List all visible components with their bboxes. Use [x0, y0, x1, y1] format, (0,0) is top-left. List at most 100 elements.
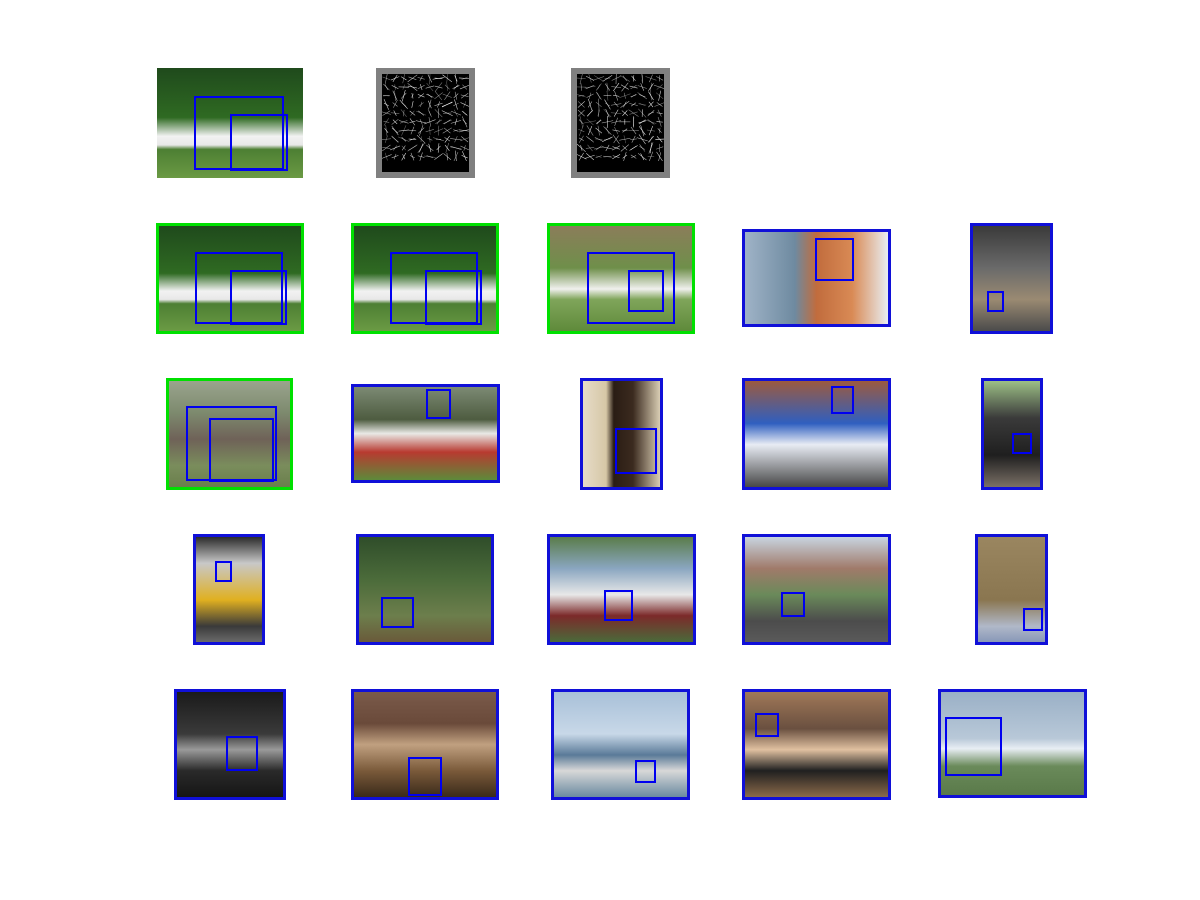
detection-box	[986, 291, 1004, 313]
detection-box	[614, 427, 657, 475]
hog-gradient-stroke	[638, 120, 647, 124]
hog-gradient-stroke	[441, 102, 453, 107]
hog-gradient-stroke	[424, 119, 436, 125]
hog-gradient-stroke	[409, 110, 416, 116]
detection-box	[815, 238, 854, 281]
detection-box	[604, 589, 633, 621]
scene-image	[359, 537, 491, 642]
hog-gradient-stroke	[407, 74, 418, 83]
hog-gradient-stroke	[384, 74, 388, 84]
result-image-tile	[742, 378, 891, 490]
hog-gradient-stroke	[620, 101, 630, 108]
hog-gradient-stroke	[391, 135, 399, 143]
result-image-tile	[970, 223, 1053, 334]
hog-gradient-stroke	[437, 125, 440, 136]
hog-gradient-stroke	[427, 93, 433, 98]
hog-gradient-stroke	[586, 93, 594, 98]
hog-gradient-stroke	[417, 142, 425, 154]
detection-box	[230, 114, 289, 172]
hog-gradient-stroke	[640, 124, 645, 137]
result-image-tile	[975, 534, 1048, 645]
hog-gradient-stroke	[648, 91, 654, 101]
hog-gradient-stroke	[630, 93, 637, 98]
hog-gradient-stroke	[614, 117, 618, 127]
hog-gradient-stroke	[578, 135, 584, 143]
hog-gradient-stroke	[654, 102, 664, 107]
hog-gradient-stroke	[453, 109, 458, 117]
hog-gradient-stroke	[401, 102, 407, 107]
hog-gradient-stroke	[453, 84, 459, 90]
detection-box	[208, 418, 275, 482]
hog-gradient-stroke	[434, 85, 443, 89]
hog-gradient-stroke	[647, 110, 655, 117]
hog-gradient-stroke	[580, 144, 583, 151]
scene-image	[745, 537, 888, 642]
hog-gradient-stroke	[383, 102, 389, 107]
hog-gradient-stroke	[460, 102, 469, 107]
hog-gradient-stroke	[628, 109, 639, 117]
scene-image	[973, 226, 1050, 331]
hog-gradient-stroke	[460, 93, 469, 99]
hog-gradient-stroke	[409, 120, 416, 123]
hog-gradient-stroke	[622, 154, 628, 159]
hog-gradient-stroke	[612, 145, 621, 151]
detection-box	[635, 760, 657, 784]
hog-gradient-stroke	[645, 119, 657, 124]
hog-gradient-stroke	[393, 145, 398, 151]
hog-gradient-stroke	[649, 136, 653, 143]
result-image-tile	[742, 534, 891, 645]
hog-gradient-stroke	[605, 83, 610, 91]
hog-gradient-stroke	[596, 119, 602, 124]
hog-gradient-stroke	[602, 136, 613, 142]
hog-gradient-stroke	[461, 110, 468, 116]
detection-box	[425, 388, 452, 419]
detection-box	[407, 757, 443, 796]
hog-gradient-stroke	[429, 126, 431, 135]
hog-template-tile	[376, 68, 475, 178]
result-image-tile	[193, 534, 265, 645]
hog-gradient-stroke	[586, 153, 595, 161]
hog-gradient-stroke	[453, 102, 459, 107]
hog-gradient-stroke	[597, 92, 601, 99]
hog-gradient-stroke	[443, 119, 451, 125]
hog-gradient-stroke	[577, 94, 586, 98]
hog-gradient-stroke	[444, 91, 451, 101]
hog-gradient-stroke	[401, 137, 407, 142]
hog-gradient-stroke	[390, 76, 400, 81]
hog-gradient-stroke	[420, 101, 423, 108]
hog-gradient-stroke	[629, 103, 638, 106]
hog-gradient-stroke	[649, 74, 653, 83]
scene-image	[554, 692, 687, 797]
scene-image	[745, 692, 888, 797]
hog-gradient-stroke	[459, 84, 469, 90]
hog-gradient-stroke	[461, 116, 468, 128]
hog-gradient-stroke	[587, 137, 593, 142]
hog-gradient-stroke	[391, 155, 399, 159]
hog-gradient-stroke	[640, 153, 645, 161]
hog-gradient-stroke	[629, 85, 638, 89]
scene-image	[196, 537, 262, 642]
hog-gradient-stroke	[415, 120, 427, 124]
detection-box	[755, 713, 780, 738]
hog-gradient-stroke	[578, 129, 585, 133]
hog-gradient-stroke	[588, 125, 593, 136]
hog-gradient-stroke	[649, 82, 652, 92]
hog-gradient-stroke	[427, 109, 432, 118]
hog-template-tile	[571, 68, 670, 178]
hog-gradient-stroke	[577, 154, 587, 160]
hog-gradient-stroke	[428, 99, 432, 110]
hog-gradient-stroke	[424, 155, 436, 158]
detection-box	[780, 591, 806, 617]
hog-visualization	[382, 74, 469, 161]
hog-gradient-stroke	[382, 111, 391, 115]
hog-gradient-stroke	[394, 84, 396, 90]
hog-gradient-stroke	[622, 75, 627, 82]
hog-gradient-stroke	[630, 154, 637, 159]
hog-gradient-stroke	[585, 84, 595, 90]
hog-gradient-stroke	[417, 77, 425, 80]
hog-gradient-stroke	[632, 75, 635, 82]
detection-box	[225, 736, 258, 771]
hog-gradient-stroke	[610, 103, 622, 106]
hog-gradient-stroke	[444, 135, 450, 143]
hog-gradient-stroke	[382, 144, 391, 152]
